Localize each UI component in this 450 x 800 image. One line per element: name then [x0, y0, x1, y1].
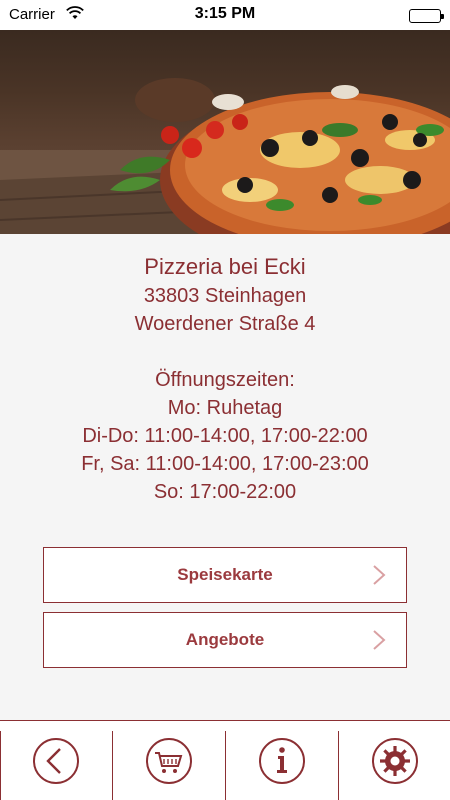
restaurant-street: Woerdener Straße 4 [134, 313, 316, 335]
status-bar: Carrier 3:15 PM [0, 0, 450, 30]
menu-button[interactable]: Speisekarte [43, 547, 407, 603]
chevron-right-icon [373, 630, 386, 650]
hours-title: Öffnungszeiten: [155, 369, 295, 391]
cart-icon [146, 738, 192, 784]
hours-line-fri-sat: Fr, Sa: 11:00-14:00, 17:00-23:00 [81, 453, 369, 475]
hours-line-tue-thu: Di-Do: 11:00-14:00, 17:00-22:00 [82, 425, 368, 447]
tab-cart[interactable] [113, 721, 225, 800]
offers-button[interactable]: Angebote [43, 612, 407, 668]
back-icon [33, 738, 79, 784]
hero-image [0, 30, 450, 234]
restaurant-info: Pizzeria bei Ecki 33803 Steinhagen Woerd… [0, 234, 450, 506]
info-icon [259, 738, 305, 784]
menu-button-label: Speisekarte [177, 565, 273, 584]
battery-icon [409, 9, 444, 23]
tab-bar [0, 720, 450, 800]
restaurant-city: 33803 Steinhagen [143, 285, 307, 307]
offers-button-label: Angebote [185, 630, 265, 649]
tab-settings[interactable] [339, 721, 450, 800]
settings-icon [372, 738, 418, 784]
tab-info[interactable] [226, 721, 338, 800]
clock: 3:15 PM [194, 5, 256, 22]
pizza-photo [0, 78, 450, 234]
tab-back[interactable] [0, 721, 112, 800]
hours-line-sunday: So: 17:00-22:00 [153, 481, 297, 503]
chevron-right-icon [373, 565, 386, 585]
restaurant-name: Pizzeria bei Ecki [144, 254, 306, 279]
hours-line-monday: Mo: Ruhetag [167, 397, 283, 419]
